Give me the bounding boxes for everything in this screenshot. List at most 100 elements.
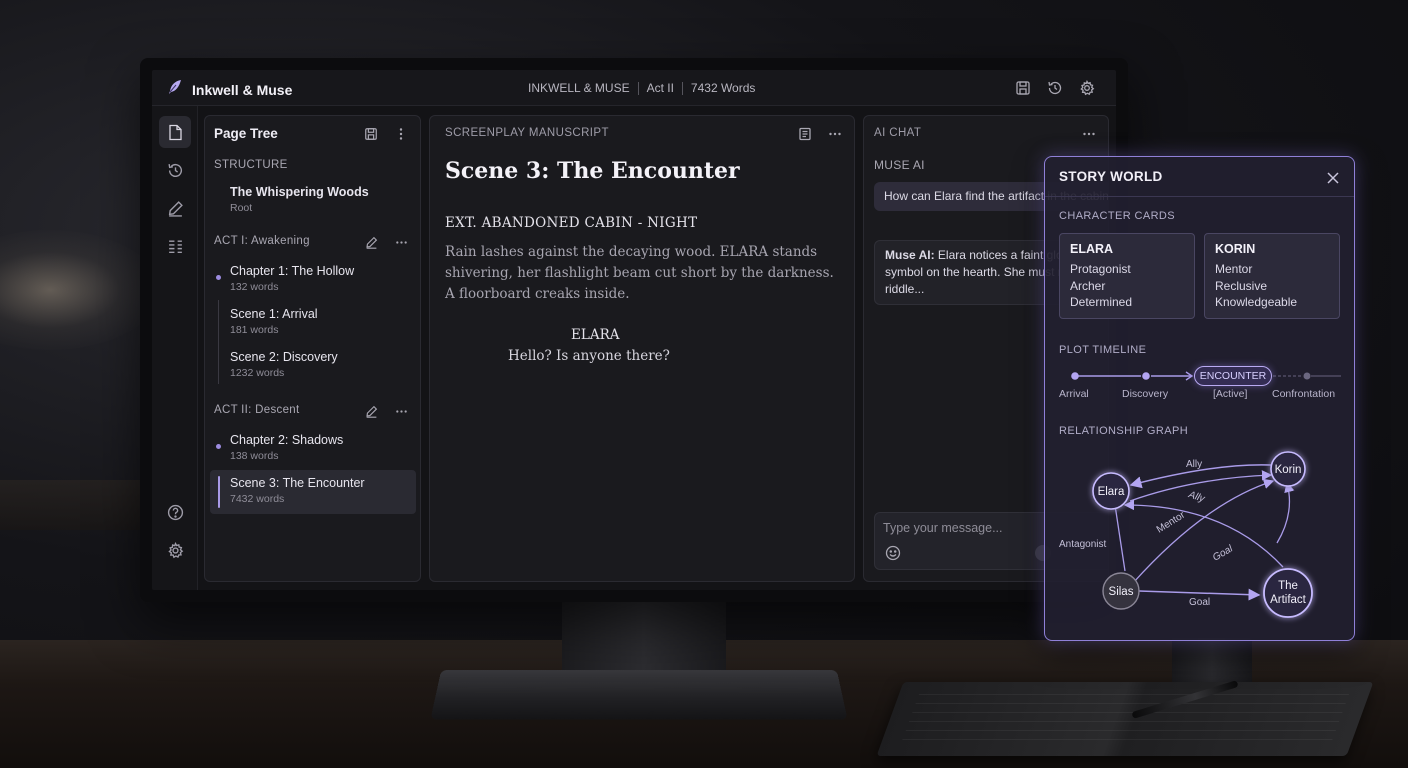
monitor-stand-base — [430, 669, 848, 720]
more-horizontal-icon[interactable] — [392, 402, 410, 420]
edge-label: Goal — [1189, 597, 1210, 608]
tree-item-sub: 181 words — [230, 324, 279, 336]
tree-item-title: Chapter 2: Shadows — [230, 433, 344, 447]
meta-brand: INKWELL & MUSE — [528, 81, 630, 95]
manuscript-header: SCREENPLAY MANUSCRIPT — [430, 116, 854, 150]
tree-item-scene[interactable]: Scene 2: Discovery 1232 words — [230, 350, 338, 379]
app-window: Inkwell & Muse INKWELL & MUSE Act II 743… — [152, 70, 1116, 590]
card-name: ELARA — [1070, 242, 1114, 256]
tree-item-selected[interactable]: Scene 3: The Encounter 7432 words — [210, 470, 416, 514]
tree-item-root[interactable]: The Whispering Woods Root — [230, 185, 369, 214]
timeline-point-arrival[interactable] — [1071, 372, 1079, 380]
edit-act-icon[interactable] — [362, 402, 380, 420]
notebook-lines — [900, 694, 1350, 746]
more-horizontal-icon[interactable] — [826, 125, 844, 143]
tree-guide-line — [218, 300, 219, 384]
more-horizontal-icon[interactable] — [1080, 125, 1098, 143]
pages-icon[interactable] — [159, 116, 191, 148]
manuscript-panel: SCREENPLAY MANUSCRIPT Scene 3: The Encou… — [429, 115, 855, 582]
manuscript-actions — [796, 125, 844, 143]
scene-heading: Scene 3: The Encounter — [445, 158, 740, 184]
edit-pen-icon[interactable] — [159, 192, 191, 224]
emoji-icon[interactable] — [885, 545, 901, 566]
timeline-point-encounter[interactable]: ENCOUNTER — [1194, 366, 1272, 386]
page-tree-actions — [362, 125, 410, 143]
app-title: Inkwell & Muse — [192, 81, 293, 98]
save-icon[interactable] — [1014, 79, 1032, 97]
character-cue[interactable]: ELARA — [571, 327, 619, 343]
tree-item-title: Scene 1: Arrival — [230, 307, 318, 321]
node-label: Silas — [1109, 586, 1134, 598]
node-label: Elara — [1098, 486, 1125, 498]
title-bar: Inkwell & Muse INKWELL & MUSE Act II 743… — [152, 70, 1116, 106]
tree-item-chapter[interactable]: Chapter 1: The Hollow 132 words — [230, 264, 354, 293]
edge-artifact-elara — [1123, 499, 1284, 568]
tree-item-chapter[interactable]: Chapter 2: Shadows 138 words — [230, 433, 343, 462]
more-horizontal-icon[interactable] — [392, 233, 410, 251]
history-icon[interactable] — [1046, 79, 1064, 97]
structure-label: STRUCTURE — [214, 159, 288, 171]
meta-divider — [637, 82, 639, 95]
node-the-artifact[interactable]: The Artifact — [1263, 568, 1313, 618]
tree-item-scene[interactable]: Scene 1: Arrival 181 words — [230, 307, 318, 336]
action-paragraph[interactable]: Rain lashes against the decaying wood. E… — [445, 242, 845, 305]
tree-item-sub: Root — [230, 202, 253, 214]
outline-list-icon[interactable] — [159, 230, 191, 262]
card-trait: Protagonist — [1070, 262, 1131, 276]
relationship-graph: Ally Ally Mentor Goal Antagonist Goal El… — [1059, 451, 1313, 618]
character-card-elara[interactable]: ELARA Protagonist Archer Determined — [1059, 233, 1195, 319]
meta-divider — [681, 82, 683, 95]
meta-word-count: 7432 Words — [690, 81, 756, 95]
document-meta: INKWELL & MUSE Act II 7432 Words — [528, 81, 755, 95]
story-world-panel: STORY WORLD CHARACTER CARDS ELARA Protag… — [1044, 156, 1355, 641]
story-world-header: STORY WORLD — [1045, 157, 1354, 197]
act-1-actions — [362, 233, 410, 251]
close-icon[interactable] — [1324, 169, 1342, 187]
tree-item-sub: 138 words — [230, 450, 279, 462]
ai-chat-actions — [1080, 125, 1098, 143]
tree-item-scene: Scene 3: The Encounter 7432 words — [230, 476, 365, 505]
card-trait: Archer — [1070, 278, 1106, 293]
top-actions — [1014, 79, 1096, 97]
node-label: Artifact — [1270, 594, 1307, 606]
more-vertical-icon[interactable] — [392, 125, 410, 143]
monitor: Inkwell & Muse INKWELL & MUSE Act II 743… — [140, 58, 1128, 602]
edit-act-icon[interactable] — [362, 233, 380, 251]
activity-rail — [152, 106, 198, 590]
node-silas[interactable]: Silas — [1102, 572, 1140, 610]
edge-label: Mentor — [1155, 509, 1188, 535]
settings-gear-icon[interactable] — [1078, 79, 1096, 97]
assistant-name: MUSE AI — [874, 158, 925, 172]
timeline-label: Confrontation — [1272, 388, 1336, 400]
story-world-title: STORY WORLD — [1059, 169, 1163, 184]
slugline[interactable]: EXT. ABANDONED CABIN - NIGHT — [445, 215, 697, 231]
node-korin[interactable]: Korin — [1270, 451, 1306, 487]
edge-artifact-korin — [1276, 481, 1295, 544]
dialogue-line[interactable]: Hello? Is anyone there? — [508, 348, 670, 364]
page-tree-panel: Page Tree STRUCTURE The Whispering Woods… — [204, 115, 421, 582]
selection-indicator — [218, 476, 220, 508]
edge-elara-silas — [1114, 504, 1126, 572]
character-cards-label: CHARACTER CARDS — [1059, 210, 1176, 222]
node-elara[interactable]: Elara — [1092, 472, 1130, 510]
tree-item-title: Scene 2: Discovery — [230, 350, 338, 364]
chapter-bullet — [216, 444, 221, 449]
settings-icon[interactable] — [159, 534, 191, 566]
help-icon[interactable] — [159, 496, 191, 528]
ai-message-sender: Muse AI: — [885, 248, 935, 262]
timeline-point-confrontation[interactable] — [1303, 372, 1311, 380]
save-tree-icon[interactable] — [362, 125, 380, 143]
document-icon[interactable] — [796, 125, 814, 143]
background-shelf — [0, 480, 140, 530]
revision-history-icon[interactable] — [159, 154, 191, 186]
manuscript-title: SCREENPLAY MANUSCRIPT — [445, 127, 609, 139]
edge-label: Ally — [1186, 489, 1207, 505]
lamp-glow — [0, 230, 160, 350]
timeline-label: Discovery — [1122, 388, 1169, 400]
edge-silas-artifact — [1138, 588, 1261, 601]
character-card-korin[interactable]: KORIN Mentor Reclusive Knowledgeable — [1204, 233, 1340, 319]
tree-item-sub: 7432 words — [230, 493, 285, 505]
tree-item-title: Chapter 1: The Hollow — [230, 264, 355, 278]
page-tree-header: Page Tree — [205, 116, 420, 150]
timeline-point-discovery[interactable] — [1142, 372, 1150, 380]
